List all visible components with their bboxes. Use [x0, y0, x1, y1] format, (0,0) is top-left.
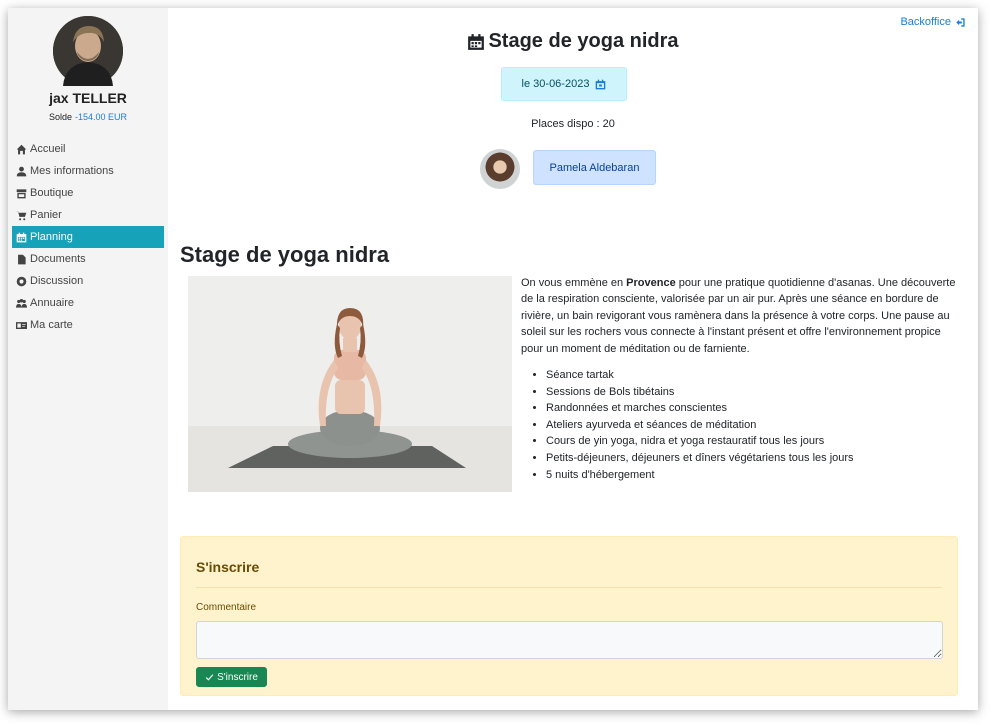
account-balance: Solde -154.00 EUR [8, 112, 168, 122]
home-icon [15, 143, 27, 155]
sidebar-item-ma-carte[interactable]: Ma carte [12, 314, 164, 336]
event-title-text: Stage de yoga nidra [488, 30, 679, 52]
app-window: jax TELLER Solde -154.00 EUR Accueil Mes … [8, 8, 978, 710]
event-features-list: Séance tartak Sessions de Bols tibétains… [536, 367, 956, 483]
file-icon [15, 253, 27, 265]
description-highlight: Provence [626, 277, 676, 289]
event-description: On vous emmène en Provence pour une prat… [521, 275, 957, 357]
list-item: Cours de yin yoga, nidra et yoga restaur… [546, 433, 956, 450]
users-icon [15, 297, 27, 309]
comment-label: Commentaire [196, 602, 257, 613]
sidebar-item-accueil[interactable]: Accueil [12, 138, 164, 160]
sidebar-item-label: Planning [30, 231, 73, 243]
balance-label: Solde [48, 112, 72, 122]
event-title: Stage de yoga nidra [168, 30, 978, 53]
list-item: Séance tartak [546, 367, 956, 384]
signup-heading: S'inscrire [196, 559, 260, 575]
check-icon [205, 673, 214, 681]
calendar-icon [15, 231, 27, 243]
sidebar-item-discussion[interactable]: Discussion [12, 270, 164, 292]
calendar-check-icon [596, 79, 606, 89]
id-card-icon [15, 319, 27, 331]
sidebar-item-label: Annuaire [30, 297, 75, 309]
signup-button[interactable]: S'inscrire [196, 667, 267, 687]
store-icon [15, 187, 27, 199]
event-photo [188, 276, 512, 492]
signup-divider [196, 587, 942, 588]
yoga-photo-illustration [188, 276, 512, 492]
main-content: Backoffice Stage de yoga nidra le 30-06-… [168, 8, 978, 710]
comment-input[interactable] [196, 621, 943, 659]
event-date: le 30-06-2023 [521, 78, 590, 90]
sidebar-item-label: Boutique [30, 187, 74, 199]
sidebar-item-documents[interactable]: Documents [12, 248, 164, 270]
list-item: 5 nuits d'hébergement [546, 467, 956, 484]
sign-out-icon [956, 17, 965, 27]
sidebar-item-label: Discussion [30, 275, 84, 287]
sidebar-nav: Accueil Mes informations Boutique Panier… [12, 138, 164, 336]
sidebar-item-planning[interactable]: Planning [12, 226, 164, 248]
sidebar-item-boutique[interactable]: Boutique [12, 182, 164, 204]
balance-value: -154.00 EUR [75, 112, 128, 122]
list-item: Ateliers ayurveda et séances de méditati… [546, 417, 956, 434]
sidebar-item-label: Accueil [30, 143, 66, 155]
signup-button-label: S'inscrire [217, 671, 258, 683]
calendar-icon [468, 33, 485, 50]
description-text-start: On vous emmène en [521, 277, 627, 289]
avatar-portrait [53, 16, 123, 86]
sidebar-item-label: Ma carte [30, 319, 73, 331]
backoffice-link[interactable]: Backoffice [900, 16, 966, 28]
sidebar: jax TELLER Solde -154.00 EUR Accueil Mes … [8, 8, 168, 710]
chat-icon [15, 275, 27, 287]
user-icon [15, 165, 27, 177]
cart-icon [15, 209, 27, 221]
signup-card: S'inscrire Commentaire S'inscrire [180, 536, 958, 696]
backoffice-label: Backoffice [900, 16, 951, 28]
user-avatar[interactable] [53, 16, 123, 86]
section-title: Stage de yoga nidra [180, 242, 390, 267]
teacher-name: Pamela Aldebaran [549, 161, 640, 174]
sidebar-item-label: Mes informations [30, 165, 114, 177]
sidebar-item-panier[interactable]: Panier [12, 204, 164, 226]
sidebar-item-annuaire[interactable]: Annuaire [12, 292, 164, 314]
list-item: Petits-déjeuners, déjeuners et dîners vé… [546, 450, 956, 467]
sidebar-item-label: Documents [30, 253, 86, 265]
sidebar-item-label: Panier [30, 209, 62, 221]
sidebar-item-mes-informations[interactable]: Mes informations [12, 160, 164, 182]
places-available: Places dispo : 20 [531, 118, 615, 130]
event-date-badge: le 30-06-2023 [501, 67, 627, 101]
teacher-avatar [480, 149, 520, 189]
list-item: Randonnées et marches conscientes [546, 400, 956, 417]
teacher-badge[interactable]: Pamela Aldebaran [533, 150, 656, 185]
user-name: jax TELLER [49, 90, 127, 106]
list-item: Sessions de Bols tibétains [546, 384, 956, 401]
